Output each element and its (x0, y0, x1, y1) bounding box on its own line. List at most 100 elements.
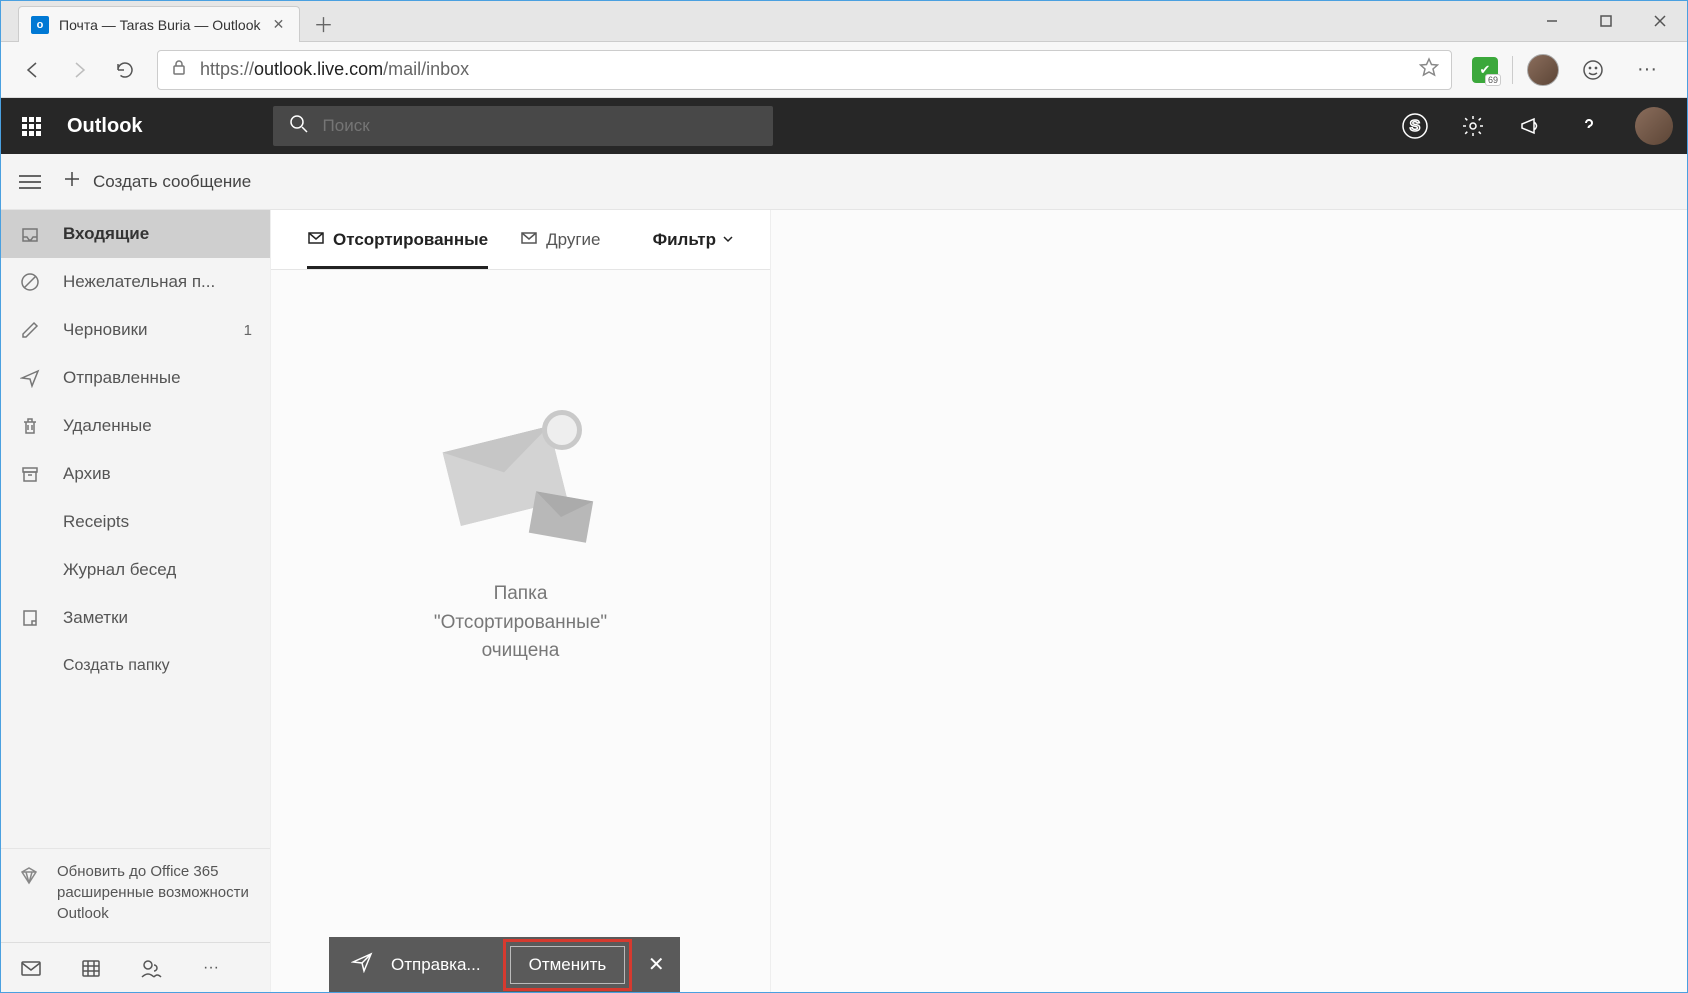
filter-label: Фильтр (653, 230, 716, 250)
folder-label: Заметки (63, 608, 252, 628)
folder-label: Создать папку (63, 657, 252, 675)
people-module-button[interactable] (121, 943, 181, 992)
close-window-button[interactable] (1633, 1, 1687, 41)
maximize-button[interactable] (1579, 1, 1633, 41)
folder-receipts[interactable]: Receipts (1, 498, 270, 546)
new-tab-button[interactable]: ＋ (306, 5, 342, 41)
toolbar-divider (1512, 56, 1513, 84)
search-box[interactable] (273, 106, 773, 146)
blank-icon (19, 511, 41, 533)
tab-title: Почта — Taras Buria — Outlook (59, 17, 261, 33)
pencil-icon (19, 319, 41, 341)
folder-журнал-бесед[interactable]: Журнал бесед (1, 546, 270, 594)
nav-refresh-button[interactable] (103, 48, 147, 92)
nav-forward-button[interactable] (57, 48, 101, 92)
svg-text:S: S (1410, 118, 1421, 135)
profile-avatar-icon[interactable] (1527, 54, 1559, 86)
toast-cancel-highlight: Отменить (503, 939, 633, 991)
undo-label: Отменить (529, 955, 607, 974)
help-button[interactable] (1563, 98, 1615, 154)
message-tabs: Отсортированные Другие Фильтр (271, 210, 770, 270)
promo-block[interactable]: Обновить до Office 365 расширенные возмо… (1, 848, 270, 942)
folder-label: Receipts (63, 512, 252, 532)
nav-toggle-button[interactable] (19, 175, 41, 189)
address-bar[interactable]: https://outlook.live.com/mail/inbox (157, 50, 1452, 90)
folder-label: Черновики (63, 320, 222, 340)
focused-tab-icon (307, 228, 325, 251)
tab-focused[interactable]: Отсортированные (307, 210, 488, 269)
folder-заметки[interactable]: Заметки (1, 594, 270, 642)
chevron-down-icon (722, 230, 734, 250)
brand-name: Outlook (67, 115, 143, 138)
tab-other-label: Другие (546, 230, 600, 250)
toast-body: Отправка... (329, 951, 503, 978)
folder-черновики[interactable]: Черновики 1 (1, 306, 270, 354)
tab-close-icon[interactable]: ✕ (271, 17, 287, 33)
window-controls (1525, 1, 1687, 41)
send-icon (351, 951, 373, 978)
send-icon (19, 367, 41, 389)
app-launcher-button[interactable] (1, 98, 61, 154)
folder-архив[interactable]: Архив (1, 450, 270, 498)
mail-module-button[interactable] (1, 943, 61, 992)
browser-more-icon[interactable]: ··· (1627, 50, 1667, 90)
waffle-icon (22, 117, 41, 136)
folder-нежелательная-п-[interactable]: Нежелательная п... (1, 258, 270, 306)
sidebar: Входящие Нежелательная п... Черновики 1 Отпр… (1, 210, 271, 992)
diamond-icon (19, 865, 39, 924)
folder-label: Архив (63, 464, 252, 484)
sending-toast: Отправка... Отменить ✕ (329, 937, 680, 992)
folder-удаленные[interactable]: Удаленные (1, 402, 270, 450)
favorite-star-icon[interactable] (1419, 57, 1439, 82)
empty-state-text: Папка "Отсортированные" очищена (434, 580, 607, 666)
new-message-button[interactable]: Создать сообщение (63, 170, 251, 193)
calendar-module-button[interactable] (61, 943, 121, 992)
folder-count: 1 (244, 322, 252, 339)
extensions-area: ✔69 ··· (1462, 50, 1677, 90)
module-switcher: ··· (1, 942, 270, 992)
announcements-button[interactable] (1505, 98, 1557, 154)
settings-button[interactable] (1447, 98, 1499, 154)
empty-inbox-illustration-icon (446, 410, 596, 540)
folder-отправленные[interactable]: Отправленные (1, 354, 270, 402)
blocked-icon (19, 271, 41, 293)
command-bar: Создать сообщение (1, 154, 1687, 210)
folder-создать-папку[interactable]: Создать папку (1, 642, 270, 690)
empty-state: Папка "Отсортированные" очищена (271, 270, 770, 992)
trash-icon (19, 415, 41, 437)
undo-send-button[interactable]: Отменить (510, 946, 626, 984)
url-host: outlook.live.com (254, 59, 383, 79)
folder-label: Отправленные (63, 368, 252, 388)
outlook-favicon-icon: o (31, 16, 49, 34)
folder-label: Входящие (63, 224, 252, 244)
tab-focused-label: Отсортированные (333, 230, 488, 250)
note-icon (19, 607, 41, 629)
outlook-header: Outlook S (1, 98, 1687, 154)
more-modules-button[interactable]: ··· (181, 943, 241, 992)
new-message-label: Создать сообщение (93, 172, 251, 192)
toast-close-button[interactable]: ✕ (632, 937, 680, 992)
url-proto: https:// (200, 59, 254, 79)
plus-icon (63, 170, 81, 193)
tabs-area: o Почта — Taras Buria — Outlook ✕ ＋ (1, 1, 342, 41)
tab-other[interactable]: Другие (520, 210, 600, 269)
filter-button[interactable]: Фильтр (653, 230, 734, 250)
folder-list: Входящие Нежелательная п... Черновики 1 Отпр… (1, 210, 270, 848)
browser-tab[interactable]: o Почта — Taras Buria — Outlook ✕ (18, 6, 300, 42)
url-path: /mail/inbox (383, 59, 469, 79)
folder-входящие[interactable]: Входящие (1, 210, 270, 258)
header-right: S (1389, 98, 1687, 154)
url-text: https://outlook.live.com/mail/inbox (200, 59, 1407, 80)
blank-icon (19, 559, 41, 581)
nav-back-button[interactable] (11, 48, 55, 92)
promo-text: Обновить до Office 365 расширенные возмо… (57, 861, 252, 924)
feedback-smiley-icon[interactable] (1573, 50, 1613, 90)
minimize-button[interactable] (1525, 1, 1579, 41)
adblock-extension-icon[interactable]: ✔69 (1472, 57, 1498, 83)
skype-button[interactable]: S (1389, 98, 1441, 154)
other-tab-icon (520, 228, 538, 251)
folder-label: Удаленные (63, 416, 252, 436)
account-avatar-icon[interactable] (1635, 107, 1673, 145)
search-input[interactable] (323, 116, 757, 136)
blank-icon (19, 655, 41, 677)
